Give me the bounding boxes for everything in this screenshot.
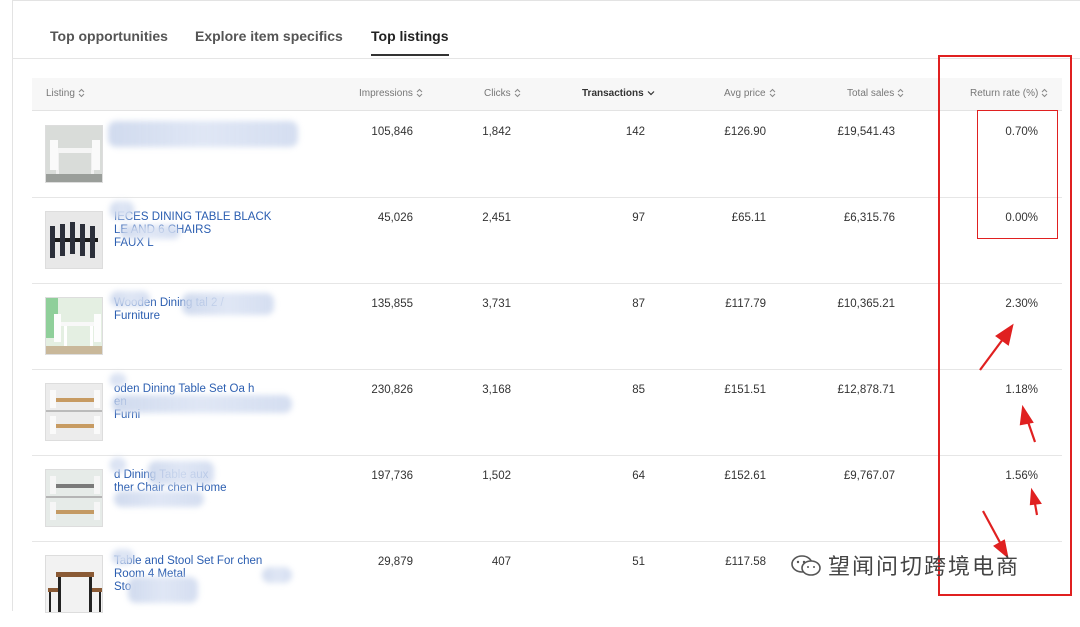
watermark-text: 望闻问切跨境电商 <box>828 554 1021 579</box>
annotation-arrows <box>979 323 1042 559</box>
arrow-head-icon <box>995 323 1014 346</box>
watermark: 望闻问切跨境电商 <box>790 549 1060 579</box>
wechat-icon <box>791 555 821 576</box>
arrow-head-icon <box>1029 487 1042 506</box>
arrow-head-icon <box>1019 404 1034 426</box>
